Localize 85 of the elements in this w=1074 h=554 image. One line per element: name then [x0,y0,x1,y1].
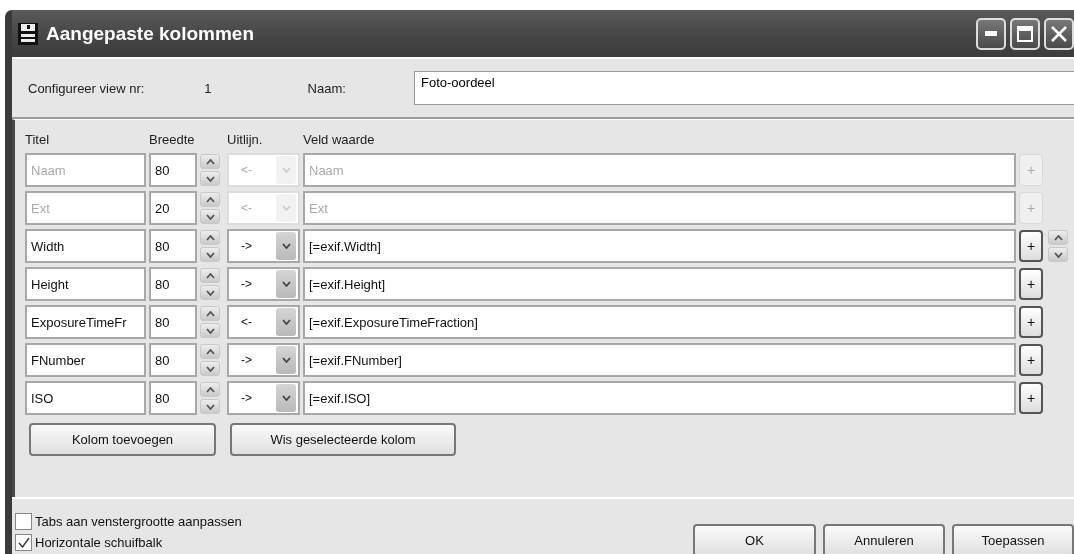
chevron-down-icon [281,281,291,287]
size-field[interactable]: 80 [149,343,197,377]
chevron-down-icon [281,319,291,325]
column-header: Veld waarde [303,132,376,149]
name-field[interactable]: Foto-oordeel [414,71,1074,105]
view-number: 1 [204,80,212,96]
close-button[interactable] [1044,17,1074,50]
spin-down-button[interactable] [200,247,220,262]
chevron-up-icon [205,348,215,355]
add-field-button[interactable]: + [1019,306,1043,338]
chevron-down-icon [205,213,215,220]
title-field[interactable]: Width [25,229,146,263]
close-icon [1051,25,1067,42]
align-dropdown[interactable]: <- [227,305,300,339]
add-column-button[interactable]: Kolom toevoegen [29,423,216,456]
size-field[interactable]: 80 [149,267,197,301]
chevron-down-icon [205,403,215,410]
view-number-label: Configureer view nr: [28,80,145,96]
size-field[interactable]: 80 [149,229,197,263]
field-value-field[interactable]: [=exif.ISO] [303,381,1016,415]
remove-column-button[interactable]: Wis geselecteerde kolom [230,423,456,456]
column-header: Uitlijn. [227,132,264,149]
chevron-down-icon [281,167,291,173]
add-field-button[interactable]: + [1019,344,1043,376]
chevron-down-icon [205,327,215,334]
spin-up-button[interactable] [200,306,220,321]
chevron-up-icon [205,158,215,165]
align-dropdown[interactable]: -> [227,267,300,301]
chevron-up-icon [205,310,215,317]
chevron-up-icon [205,386,215,393]
spin-down-button[interactable] [200,323,220,338]
minimize-button[interactable] [976,17,1006,50]
checkbox-label: Tabs aan venstergrootte aanpassen [35,514,242,529]
size-field[interactable]: 80 [149,305,197,339]
minimize-icon [985,31,997,36]
add-field-button[interactable]: + [1019,382,1043,414]
align-dropdown[interactable]: -> [227,343,300,377]
chevron-down-icon [281,395,291,401]
title-field[interactable]: ISO [25,381,146,415]
window-title: Aangepaste kolommen [46,22,254,45]
size-field[interactable]: 80 [149,381,197,415]
title-field[interactable]: Height [25,267,146,301]
title-field[interactable]: FNumber [25,343,146,377]
chevron-up-icon [205,234,215,241]
chevron-down-icon [281,357,291,363]
spin-down-button[interactable] [200,399,220,414]
dialog-button[interactable]: Annuleren [823,524,945,554]
move-up-button[interactable] [1048,230,1068,245]
align-dropdown[interactable]: -> [227,229,300,263]
dialog-button[interactable]: OK [693,524,816,554]
chevron-up-icon [205,272,215,279]
chevron-up-icon [205,196,215,203]
chevron-down-icon [205,289,215,296]
maximize-button[interactable] [1010,17,1040,50]
dialog-button[interactable]: Toepassen [952,524,1074,554]
chevron-down-icon [1053,251,1063,258]
chevron-down-icon [281,243,291,249]
chevron-down-icon [205,175,215,182]
column-header: Titel [25,132,51,149]
spin-up-button[interactable] [200,230,220,245]
column-header: Breedte [149,132,196,149]
field-value-field[interactable]: [=exif.Height] [303,267,1016,301]
field-value-field[interactable]: [=exif.ExposureTimeFraction] [303,305,1016,339]
name-label: Naam: [307,80,346,96]
check-icon [17,537,30,548]
move-down-button[interactable] [1048,247,1068,262]
checkbox[interactable] [15,534,32,551]
chevron-down-icon [281,205,291,211]
chevron-down-icon [205,251,215,258]
field-value-field[interactable]: [=exif.Width] [303,229,1016,263]
align-dropdown[interactable]: -> [227,381,300,415]
checkbox-label: Horizontale schuifbalk [35,535,163,550]
title-field[interactable]: ExposureTimeFr [25,305,146,339]
field-value-field[interactable]: [=exif.FNumber] [303,343,1016,377]
add-field-button[interactable]: + [1019,268,1043,300]
spin-up-button[interactable] [200,268,220,283]
chevron-down-icon [205,365,215,372]
add-field-button[interactable]: + [1019,230,1043,262]
checkbox[interactable] [15,513,32,530]
spin-up-button[interactable] [200,344,220,359]
spin-up-button[interactable] [200,382,220,397]
maximize-icon [1017,25,1033,42]
spin-down-button[interactable] [200,285,220,300]
spin-down-button[interactable] [200,361,220,376]
chevron-up-icon [1053,234,1063,241]
